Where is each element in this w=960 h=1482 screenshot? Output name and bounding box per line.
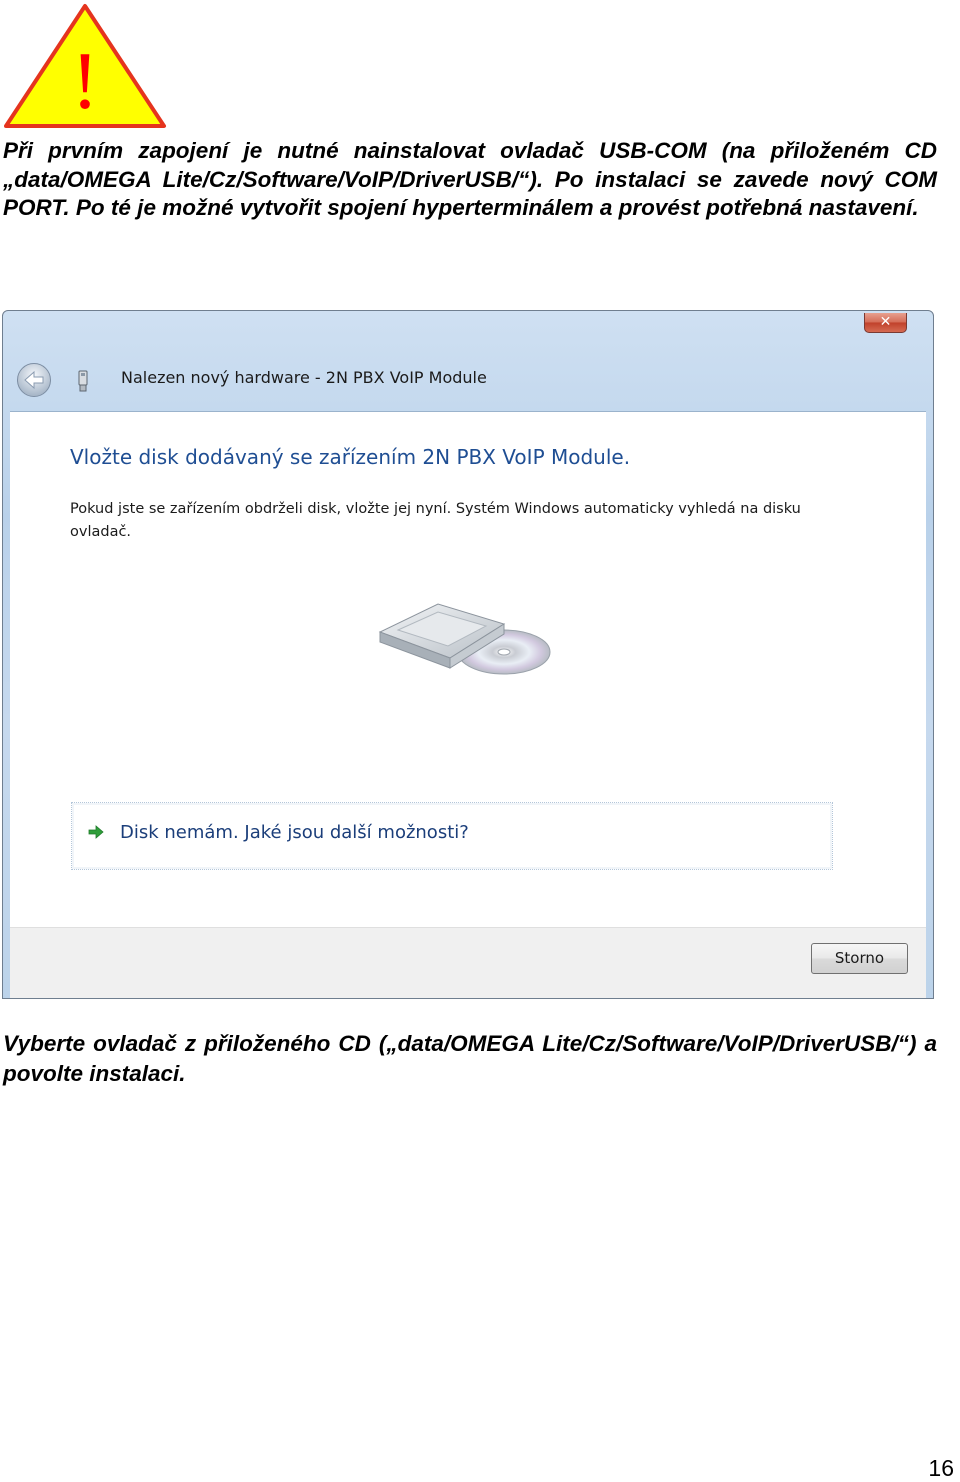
- dialog-title: Nalezen nový hardware - 2N PBX VoIP Modu…: [121, 368, 487, 387]
- cancel-button[interactable]: Storno: [811, 943, 908, 974]
- intro-paragraph: Při prvním zapojení je nutné nainstalova…: [3, 138, 937, 220]
- dialog-content: Vložte disk dodávaný se zařízením 2N PBX…: [10, 411, 926, 927]
- green-arrow-icon: [88, 825, 104, 839]
- cd-drive-icon: [378, 603, 551, 675]
- dialog-instruction: Pokud jste se zařízením obdrželi disk, v…: [70, 501, 801, 540]
- no-disk-option[interactable]: Disk nemám. Jaké jsou další možnosti?: [71, 802, 833, 870]
- page-number: 16: [928, 1455, 954, 1481]
- warning-glyph: !: [71, 35, 98, 126]
- dialog-footer: Storno: [10, 927, 926, 998]
- outro-paragraph: Vyberte ovladač z přiloženého CD („data/…: [3, 1031, 937, 1086]
- hardware-device-icon: [78, 370, 88, 392]
- warning-triangle-icon: !: [4, 4, 166, 128]
- no-disk-option-label[interactable]: Disk nemám. Jaké jsou další možnosti?: [120, 822, 469, 843]
- close-button[interactable]: ✕: [864, 313, 907, 333]
- back-arrow-icon[interactable]: [16, 362, 52, 398]
- dialog-heading: Vložte disk dodávaný se zařízením 2N PBX…: [70, 445, 631, 469]
- found-new-hardware-dialog: ✕ Nalezen nový hardware - 2N PBX VoIP Mo…: [2, 310, 934, 999]
